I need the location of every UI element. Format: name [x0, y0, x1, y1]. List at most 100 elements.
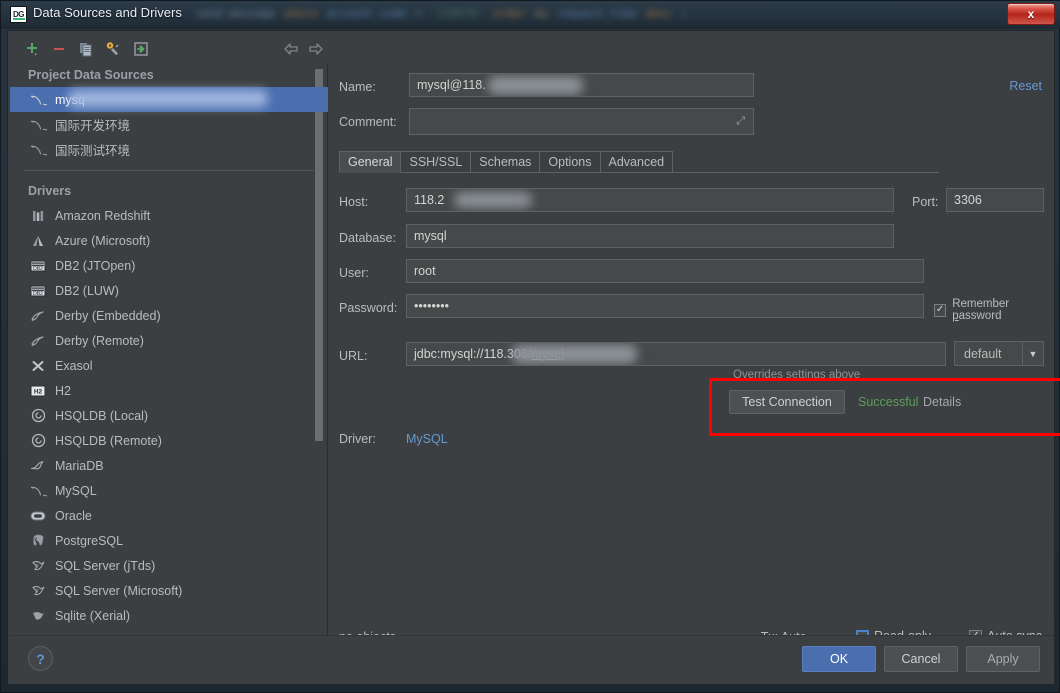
host-field[interactable]: 118.2 — [406, 188, 894, 212]
derby-icon — [28, 307, 48, 325]
list-item-label: Derby (Remote) — [55, 333, 144, 348]
tab-schemas[interactable]: Schemas — [471, 151, 541, 172]
reset-link[interactable]: Reset — [1009, 79, 1042, 93]
import-data-source-button[interactable] — [131, 39, 151, 59]
add-data-source-button[interactable] — [22, 39, 42, 59]
list-item[interactable]: Amazon Redshift — [10, 203, 328, 228]
list-item-label: DB2 (JTOpen) — [55, 258, 136, 273]
mysql-dolphin-icon — [28, 141, 48, 159]
database-field[interactable]: mysql — [406, 224, 894, 248]
wrench-icon[interactable] — [103, 39, 123, 59]
list-item[interactable]: PostgreSQL — [10, 528, 328, 553]
drivers-header: Drivers — [28, 184, 72, 198]
url-label: URL: — [339, 349, 368, 363]
chevron-down-icon[interactable]: ▼ — [1022, 342, 1043, 365]
sqlite-icon — [28, 607, 48, 625]
driver-link[interactable]: MySQL — [406, 432, 448, 446]
remove-data-source-button[interactable] — [49, 39, 69, 59]
host-label: Host: — [339, 195, 369, 209]
close-icon[interactable]: x — [1007, 3, 1055, 25]
url-hint: Overrides settings above — [733, 369, 861, 379]
tab-ssh-ssl[interactable]: SSH/SSL — [401, 151, 472, 172]
list-item[interactable]: Azure (Microsoft) — [10, 228, 328, 253]
list-item[interactable]: HSQLDB (Local) — [10, 403, 328, 428]
dialog-body: Project Data Sources mysq 国际开发环境 — [7, 30, 1060, 685]
name-field-value: mysql@118. — [417, 78, 486, 92]
sqlserver-icon — [28, 582, 48, 600]
list-item-label: Exasol — [55, 358, 93, 373]
list-item-label: Oracle — [55, 508, 92, 523]
comment-field[interactable]: ⤢ — [409, 108, 754, 135]
expand-icon[interactable]: ⤢ — [736, 115, 745, 128]
list-item[interactable]: Exasol — [10, 353, 328, 378]
test-details-link[interactable]: Details — [923, 395, 961, 409]
cancel-button[interactable]: Cancel — [884, 646, 958, 672]
host-field-value: 118.2 — [414, 193, 445, 207]
list-item[interactable]: 国际开发环境 — [10, 112, 328, 137]
postgresql-elephant-icon — [28, 532, 48, 550]
db2-icon: DB2 — [28, 257, 48, 275]
list-item-label: SQL Server (jTds) — [55, 558, 156, 573]
database-field-value: mysql — [414, 229, 447, 243]
duplicate-data-source-button[interactable] — [76, 39, 96, 59]
project-data-sources-header: Project Data Sources — [28, 68, 154, 82]
data-source-details-panel: Name: mysql@118. Reset Comment: ⤢ Genera… — [329, 33, 1060, 644]
list-item[interactable]: MariaDB — [10, 453, 328, 478]
list-item-label: 国际开发环境 — [55, 119, 131, 133]
name-field[interactable]: mysql@118. — [409, 73, 754, 97]
list-item-label: MariaDB — [55, 458, 104, 473]
mysql-dolphin-icon — [28, 482, 48, 500]
azure-icon — [28, 232, 48, 250]
remember-password-label: Remember password — [952, 298, 1010, 322]
list-item[interactable]: mysq — [10, 87, 328, 112]
password-field[interactable]: •••••••• — [406, 294, 924, 318]
list-item[interactable]: Sqlite (Xerial) — [10, 603, 328, 628]
port-label: Port: — [912, 195, 939, 209]
url-mode-combo[interactable]: default ▼ — [954, 341, 1044, 366]
list-item-label: MySQL — [55, 483, 97, 498]
tab-options[interactable]: Options — [540, 151, 601, 172]
mariadb-seal-icon — [28, 457, 48, 475]
list-item[interactable]: MySQL — [10, 478, 328, 503]
list-item[interactable]: H2 H2 — [10, 378, 328, 403]
redacted-text — [488, 76, 583, 95]
exasol-icon — [28, 357, 48, 375]
password-label: Password: — [339, 301, 398, 315]
nav-back-button[interactable] — [281, 39, 301, 59]
list-item[interactable]: DB2 DB2 (JTOpen) — [10, 253, 328, 278]
ok-button[interactable]: OK — [802, 646, 876, 672]
name-label: Name: — [339, 80, 376, 94]
port-field[interactable]: 3306 — [946, 188, 1044, 212]
svg-text:DB2: DB2 — [33, 291, 43, 297]
remember-password-row[interactable]: ✓ Remember password — [934, 298, 1054, 322]
list-item[interactable]: SQL Server (Microsoft) — [10, 578, 328, 603]
apply-button[interactable]: Apply — [966, 646, 1040, 672]
tab-advanced[interactable]: Advanced — [600, 151, 674, 172]
tab-general[interactable]: General — [339, 151, 402, 173]
test-connection-button[interactable]: Test Connection — [729, 390, 845, 414]
user-field[interactable]: root — [406, 259, 924, 283]
redacted-text — [454, 192, 532, 208]
list-item[interactable]: HSQLDB (Remote) — [10, 428, 328, 453]
list-item-label: PostgreSQL — [55, 533, 124, 548]
list-item-label: Amazon Redshift — [55, 208, 151, 223]
list-item[interactable]: DB2 DB2 (LUW) — [10, 278, 328, 303]
titlebar: send_message where account_code = '118579' or… — [1, 1, 1060, 29]
list-item[interactable]: SQL Server (jTds) — [10, 553, 328, 578]
settings-tabs: General SSH/SSL Schemas Options Advanced — [339, 151, 939, 173]
oracle-icon — [28, 507, 48, 525]
driver-label: Driver: — [339, 432, 376, 446]
comment-label: Comment: — [339, 115, 397, 129]
list-item-label: Azure (Microsoft) — [55, 233, 151, 248]
url-field[interactable]: jdbc:mysql://118. 306/ mysql — [406, 342, 946, 366]
remember-password-checkbox[interactable]: ✓ — [934, 303, 947, 317]
datagrip-icon: DG — [10, 6, 27, 23]
list-item[interactable]: Oracle — [10, 503, 328, 528]
list-item-label: Sqlite (Xerial) — [55, 608, 131, 623]
list-item[interactable]: 国际测试环境 — [10, 137, 328, 162]
help-button[interactable]: ? — [28, 646, 53, 671]
database-label: Database: — [339, 231, 396, 245]
nav-forward-button[interactable] — [306, 39, 326, 59]
list-item[interactable]: Derby (Embedded) — [10, 303, 328, 328]
list-item[interactable]: Derby (Remote) — [10, 328, 328, 353]
